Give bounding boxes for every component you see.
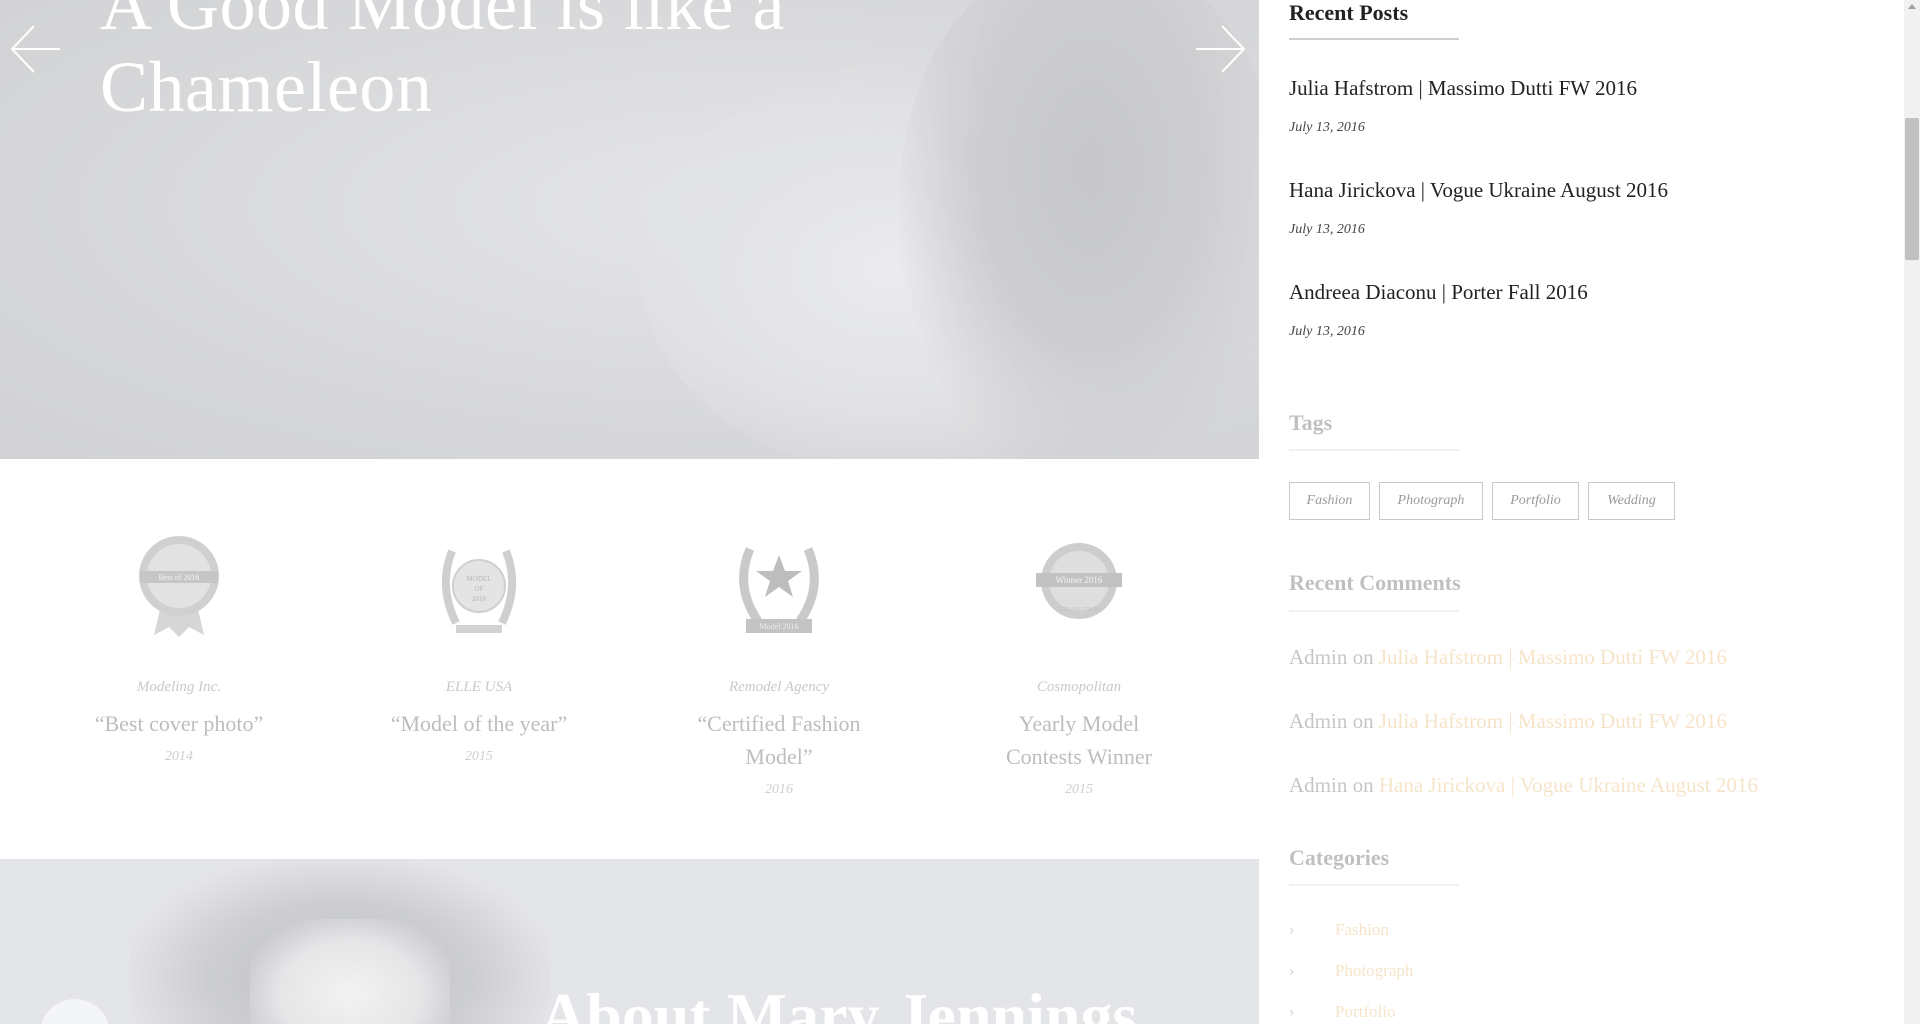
scroll-up-arrow-icon[interactable] [1908,4,1916,9]
award-title: “Model of the year” [390,711,568,736]
recent-posts-title: Recent Posts [1289,0,1409,25]
comment-on-word: on [1352,645,1374,669]
svg-text:2018: 2018 [472,595,487,603]
hero-slider: A Good Model is like a Chameleon [0,0,1259,459]
award-title: “Certified Fashion Model” [697,711,861,769]
chevron-right-icon: › [1289,1005,1295,1021]
svg-text:Model 2016: Model 2016 [760,622,799,631]
about-decoration [40,999,110,1024]
recent-post-date: July 13, 2016 [1289,324,1365,339]
tag-portfolio[interactable]: Portfolio [1492,482,1579,520]
arrow-right-icon [1196,25,1246,73]
tag-wedding[interactable]: Wedding [1588,482,1675,520]
comment-author: Admin [1289,773,1348,797]
hero-title: A Good Model is like a Chameleon [100,0,800,128]
svg-text:Winner 2016: Winner 2016 [1056,575,1103,585]
widget-divider [1289,38,1459,40]
tags-title: Tags [1289,410,1333,435]
scrollbar-thumb[interactable] [1905,118,1919,260]
hero-title-line1: A Good Model is like a [100,0,785,45]
star-laurel-badge-icon: Model 2016 [734,531,824,641]
slider-prev-button[interactable] [8,24,64,74]
recent-post-link[interactable]: Andreea Diaconu | Porter Fall 2016 [1289,280,1588,305]
recent-post-date: July 13, 2016 [1289,120,1365,135]
about-title: About Mary Jennings [540,980,1138,1024]
tag-fashion[interactable]: Fashion [1289,482,1370,520]
comment-author: Admin [1289,709,1348,733]
categories-title: Categories [1289,845,1390,870]
award-title: Yearly Model Contests Winner [1006,711,1152,769]
recent-post-date: July 13, 2016 [1289,222,1365,237]
category-link[interactable]: Photograph [1335,961,1413,980]
svg-text:OF: OF [475,585,484,593]
comment-on-word: on [1352,773,1374,797]
winner-seal-icon: Winner 2016 GRADUATION [1034,531,1124,641]
award-organization: Modeling Inc. [136,679,222,695]
comment-item: Admin on Hana Jirickova | Vogue Ukraine … [1289,773,1758,798]
svg-text:Best of 2016: Best of 2016 [159,573,200,582]
award-year: 2016 [765,782,793,797]
comment-item: Admin on Julia Hafstrom | Massimo Dutti … [1289,709,1727,734]
award-organization: Remodel Agency [728,679,830,695]
slider-next-button[interactable] [1192,24,1248,74]
awards-section: Best of 2016 Modeling Inc. “Best cover p… [0,459,1259,859]
recent-post-link[interactable]: Julia Hafstrom | Massimo Dutti FW 2016 [1289,76,1637,101]
chevron-right-icon: › [1289,923,1295,939]
category-item: › Photograph [1289,961,1413,981]
about-section: About Mary Jennings [0,859,1259,1024]
award-title: “Best cover photo” [94,711,264,736]
comment-post-link[interactable]: Julia Hafstrom | Massimo Dutti FW 2016 [1379,709,1727,733]
category-link[interactable]: Portfolio [1335,1002,1395,1021]
category-item: › Portfolio [1289,1002,1395,1022]
award-organization: Cosmopolitan [1036,679,1122,695]
arrow-left-icon [10,25,60,73]
category-link[interactable]: Fashion [1335,920,1389,939]
award-year: 2015 [465,749,493,764]
sidebar: Recent Posts Julia Hafstrom | Massimo Du… [1259,0,1904,1024]
svg-text:GRADUATION: GRADUATION [1059,607,1099,613]
recent-post-link[interactable]: Hana Jirickova | Vogue Ukraine August 20… [1289,178,1668,203]
widget-divider [1289,610,1459,612]
widget-divider [1289,884,1459,886]
about-portrait-face [250,919,450,1024]
laurel-badge-icon: MODEL OF 2018 [434,531,524,641]
comment-item: Admin on Julia Hafstrom | Massimo Dutti … [1289,645,1727,670]
comment-post-link[interactable]: Hana Jirickova | Vogue Ukraine August 20… [1379,773,1758,797]
hero-title-line2: Chameleon [100,47,433,127]
category-item: › Fashion [1289,920,1389,940]
comment-author: Admin [1289,645,1348,669]
chevron-right-icon: › [1289,964,1295,980]
comment-on-word: on [1352,709,1374,733]
ribbon-badge-icon: Best of 2016 [134,531,224,641]
tag-photograph[interactable]: Photograph [1379,482,1483,520]
award-organization: ELLE USA [445,679,513,695]
comment-post-link[interactable]: Julia Hafstrom | Massimo Dutti FW 2016 [1379,645,1727,669]
award-year: 2014 [165,749,193,764]
recent-comments-title: Recent Comments [1289,570,1461,595]
award-year: 2015 [1065,782,1093,797]
svg-text:MODEL: MODEL [467,575,492,583]
widget-divider [1289,449,1459,451]
